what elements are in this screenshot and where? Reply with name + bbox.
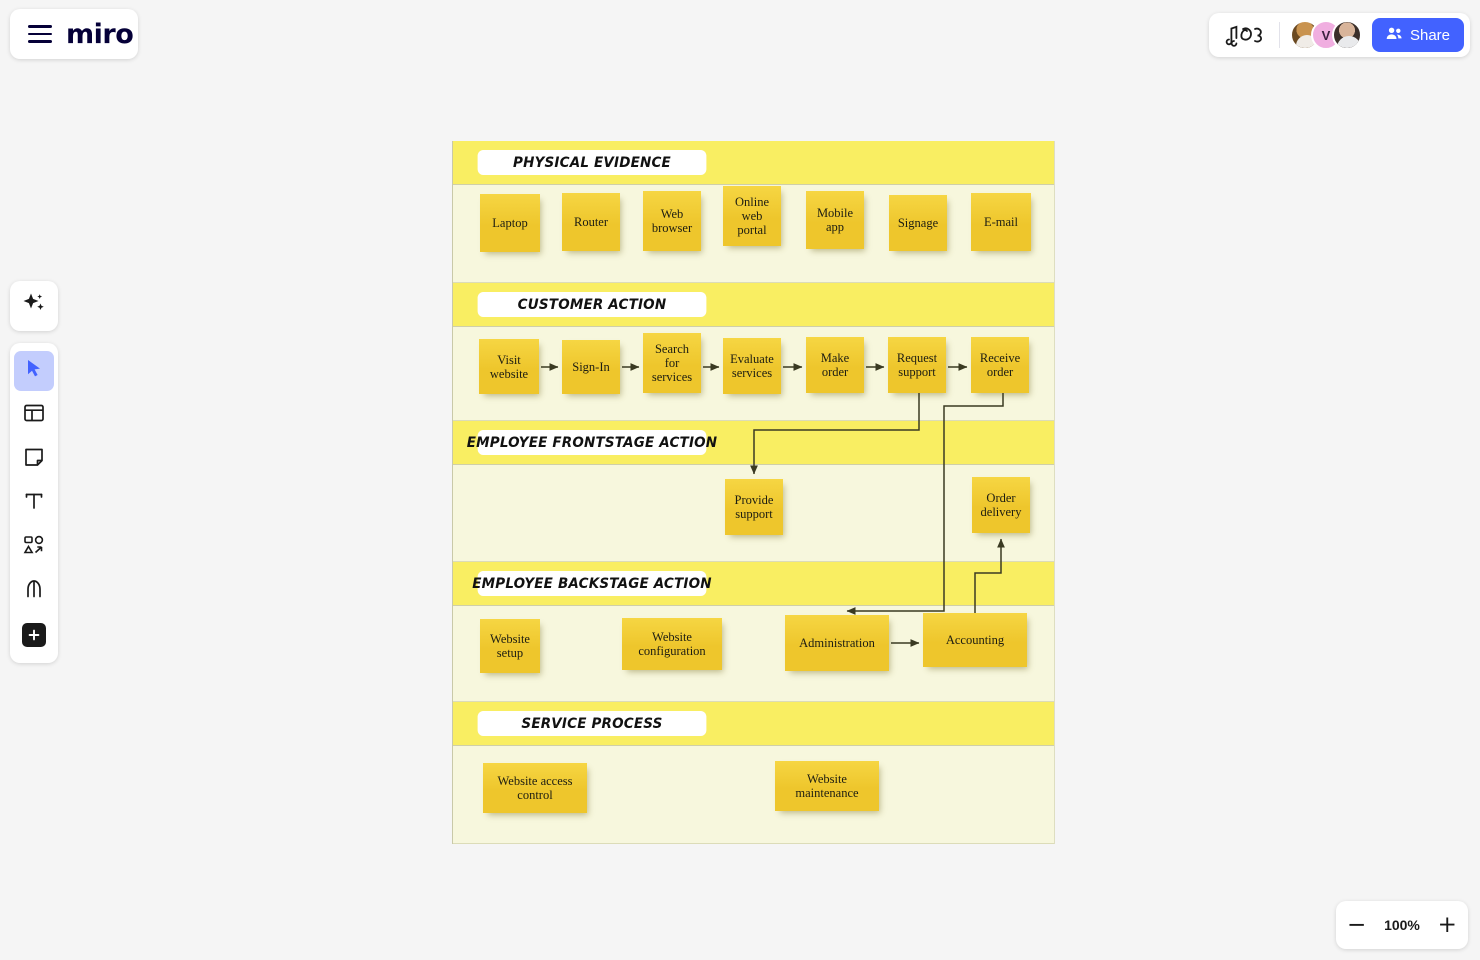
- sticky-note[interactable]: Website configuration: [622, 618, 722, 670]
- sticky-note[interactable]: Visit website: [479, 339, 539, 394]
- cursor-icon: [23, 358, 45, 385]
- left-toolbar: [10, 343, 58, 663]
- lane-title: EMPLOYEE BACKSTAGE ACTION: [472, 571, 712, 596]
- frame-icon: [23, 402, 45, 429]
- lane-header-physical-evidence[interactable]: PHYSICAL EVIDENCE: [453, 141, 1054, 185]
- text-icon: [23, 490, 45, 517]
- plus-icon: [22, 623, 46, 647]
- collaborator-avatars: V: [1289, 20, 1362, 50]
- lane-header-employee-backstage-action[interactable]: EMPLOYEE BACKSTAGE ACTION: [453, 562, 1054, 606]
- sticky-note[interactable]: Signage: [889, 195, 947, 251]
- sticky-note[interactable]: Sign-In: [562, 340, 620, 394]
- sticky-note[interactable]: Receive order: [971, 337, 1029, 393]
- sticky-note[interactable]: Accounting: [923, 613, 1027, 667]
- sticky-note[interactable]: Web browser: [643, 191, 701, 251]
- sticky-note[interactable]: Provide support: [725, 479, 783, 535]
- lane-title: CUSTOMER ACTION: [477, 292, 707, 317]
- sticky-note[interactable]: Website setup: [480, 619, 540, 673]
- sticky-note[interactable]: Administration: [785, 615, 889, 671]
- sticky-note[interactable]: Mobile app: [806, 191, 864, 249]
- header-divider: [1278, 22, 1280, 48]
- service-blueprint-board[interactable]: PHYSICAL EVIDENCE CUSTOMER ACTION EMPLOYEE…: [452, 141, 1055, 844]
- people-icon: [1386, 26, 1403, 45]
- sparkle-icon: [21, 291, 47, 322]
- sticky-note[interactable]: Website maintenance: [775, 761, 879, 811]
- templates-tool[interactable]: [14, 395, 54, 435]
- shapes-tool[interactable]: [14, 527, 54, 567]
- sticky-note[interactable]: E-mail: [971, 193, 1031, 251]
- lane-title: PHYSICAL EVIDENCE: [477, 150, 707, 175]
- zoom-in-button[interactable]: +: [1433, 911, 1461, 939]
- text-tool[interactable]: [14, 483, 54, 523]
- zoom-control: − 100% +: [1336, 901, 1468, 949]
- music-doodle-icon[interactable]: [1223, 22, 1269, 48]
- lane-header-service-process[interactable]: SERVICE PROCESS: [453, 702, 1054, 746]
- lane-title: EMPLOYEE FRONTSTAGE ACTION: [467, 430, 717, 455]
- shapes-icon: [23, 534, 45, 561]
- ai-assistant-button[interactable]: [10, 281, 58, 331]
- sticky-note[interactable]: Website access control: [483, 763, 587, 813]
- zoom-out-button[interactable]: −: [1343, 911, 1371, 939]
- hamburger-icon[interactable]: [28, 25, 52, 43]
- miro-board-app: miro V Share PHYSICAL EVIDENCE CUSTOMER …: [0, 0, 1480, 960]
- avatar[interactable]: [1331, 20, 1362, 50]
- sticky-note[interactable]: Online web portal: [723, 186, 781, 246]
- sticky-note[interactable]: Evaluate services: [723, 338, 781, 394]
- app-logo-card: miro: [10, 9, 138, 59]
- lane-title: SERVICE PROCESS: [477, 711, 707, 736]
- lane-header-employee-frontstage-action[interactable]: EMPLOYEE FRONTSTAGE ACTION: [453, 421, 1054, 465]
- app-title: miro: [66, 18, 134, 50]
- select-tool[interactable]: [14, 351, 54, 391]
- sticky-note[interactable]: Laptop: [480, 194, 540, 252]
- lane-header-customer-action[interactable]: CUSTOMER ACTION: [453, 283, 1054, 327]
- sticky-note-icon: [23, 446, 45, 473]
- sticky-note[interactable]: Search for services: [643, 333, 701, 393]
- sticky-tool[interactable]: [14, 439, 54, 479]
- marker-icon: [23, 578, 45, 605]
- sticky-note[interactable]: Request support: [888, 337, 946, 393]
- share-button[interactable]: Share: [1371, 18, 1464, 52]
- share-button-label: Share: [1409, 26, 1450, 44]
- sticky-note[interactable]: Router: [562, 193, 620, 251]
- sticky-note[interactable]: Order delivery: [972, 477, 1030, 533]
- zoom-level-label: 100%: [1384, 917, 1420, 933]
- sticky-note[interactable]: Make order: [806, 337, 864, 393]
- more-apps-tool[interactable]: [14, 615, 54, 655]
- pen-tool[interactable]: [14, 571, 54, 611]
- header-actions: V Share: [1208, 13, 1470, 57]
